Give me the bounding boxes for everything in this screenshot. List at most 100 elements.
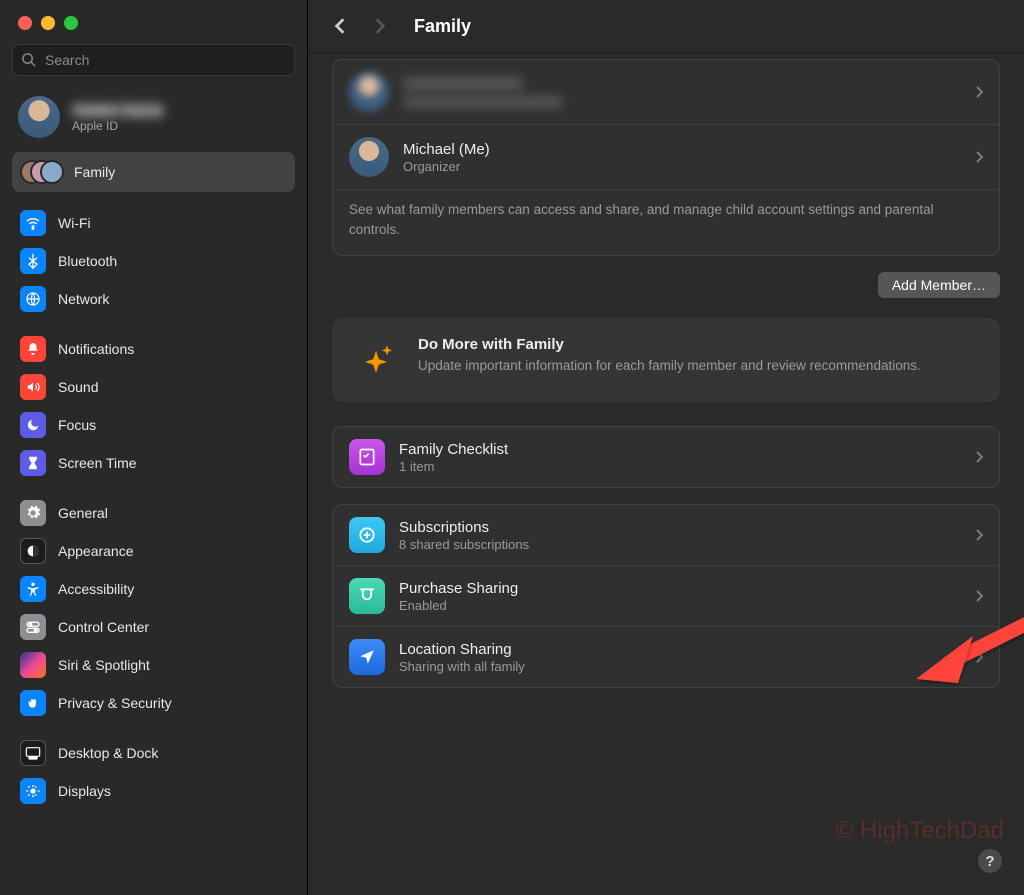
- members-description: See what family members can access and s…: [333, 189, 999, 255]
- sidebar-section-system: General Appearance Accessibility Control…: [12, 494, 295, 722]
- sidebar-section-display: Desktop & Dock Displays: [12, 734, 295, 810]
- close-button[interactable]: [18, 16, 32, 30]
- sidebar-section-network: Wi-Fi Bluetooth Network: [12, 204, 295, 318]
- sidebar-network[interactable]: Network: [12, 280, 295, 318]
- sidebar-family-label: Family: [74, 164, 115, 180]
- accessibility-icon: [20, 576, 46, 602]
- promo-sub: Update important information for each fa…: [418, 357, 921, 376]
- checklist-title: Family Checklist: [399, 441, 508, 458]
- subscriptions-title: Subscriptions: [399, 519, 529, 536]
- purchase-title: Purchase Sharing: [399, 580, 518, 597]
- content: Hidden Hidden Michael (Me) Organizer See…: [308, 53, 1024, 895]
- hand-icon: [20, 690, 46, 716]
- sidebar-notifications-label: Notifications: [58, 341, 134, 357]
- watermark: © HighTechDad: [836, 817, 1004, 845]
- search-field-wrap: [12, 44, 295, 76]
- sidebar-bluetooth-label: Bluetooth: [58, 253, 117, 269]
- checklist-sub: 1 item: [399, 459, 508, 474]
- sharing-card: Subscriptions8 shared subscriptions Purc…: [332, 504, 1000, 688]
- location-icon: [349, 639, 385, 675]
- member-row-me[interactable]: Michael (Me) Organizer: [333, 124, 999, 189]
- sidebar-sound[interactable]: Sound: [12, 368, 295, 406]
- maximize-button[interactable]: [64, 16, 78, 30]
- chevron-right-icon: [975, 450, 983, 464]
- speaker-icon: [20, 374, 46, 400]
- sidebar-general-label: General: [58, 505, 108, 521]
- user-avatar: [18, 96, 60, 138]
- purchase-sub: Enabled: [399, 598, 518, 613]
- forward-button[interactable]: [368, 14, 392, 38]
- sparkle-icon: [352, 336, 400, 384]
- member-text-me: Michael (Me) Organizer: [403, 141, 490, 174]
- promo-text: Do More with Family Update important inf…: [418, 336, 921, 384]
- apple-id-row[interactable]: Hidden Name Apple ID: [12, 88, 295, 146]
- profile-name: Hidden Name: [72, 102, 164, 119]
- sidebar-general[interactable]: General: [12, 494, 295, 532]
- sidebar-accessibility[interactable]: Accessibility: [12, 570, 295, 608]
- subscriptions-row[interactable]: Subscriptions8 shared subscriptions: [333, 505, 999, 565]
- sidebar-network-label: Network: [58, 291, 109, 307]
- sidebar: Hidden Name Apple ID Family Wi-Fi Blueto…: [0, 0, 308, 895]
- system-settings-window: Hidden Name Apple ID Family Wi-Fi Blueto…: [0, 0, 1024, 895]
- sidebar-sound-label: Sound: [58, 379, 98, 395]
- search-icon: [21, 52, 36, 67]
- sidebar-wifi-label: Wi-Fi: [58, 215, 91, 231]
- sidebar-siri-label: Siri & Spotlight: [58, 657, 150, 673]
- sidebar-privacy-label: Privacy & Security: [58, 695, 172, 711]
- sidebar-privacy[interactable]: Privacy & Security: [12, 684, 295, 722]
- sidebar-focus[interactable]: Focus: [12, 406, 295, 444]
- sidebar-section-alerts: Notifications Sound Focus Screen Time: [12, 330, 295, 482]
- back-button[interactable]: [328, 14, 352, 38]
- chevron-right-icon: [975, 650, 983, 664]
- sidebar-siri[interactable]: Siri & Spotlight: [12, 646, 295, 684]
- purchase-icon: [349, 578, 385, 614]
- location-row[interactable]: Location SharingSharing with all family: [333, 626, 999, 687]
- member-name-me: Michael (Me): [403, 141, 490, 158]
- member-name: Hidden: [403, 77, 523, 91]
- location-sub: Sharing with all family: [399, 659, 525, 674]
- checklist-card: Family Checklist1 item: [332, 426, 1000, 488]
- sidebar-accessibility-label: Accessibility: [58, 581, 134, 597]
- member-sub: Hidden: [403, 96, 563, 108]
- main-panel: Family Hidden Hidden Michael (Me) Organi…: [308, 0, 1024, 895]
- sidebar-wifi[interactable]: Wi-Fi: [12, 204, 295, 242]
- chevron-right-icon: [975, 85, 983, 99]
- wifi-icon: [20, 210, 46, 236]
- member-sub-me: Organizer: [403, 159, 490, 174]
- checklist-row[interactable]: Family Checklist1 item: [333, 427, 999, 487]
- minimize-button[interactable]: [41, 16, 55, 30]
- add-member-row: Add Member…: [332, 272, 1000, 298]
- titlebar: [12, 0, 295, 44]
- purchase-row[interactable]: Purchase SharingEnabled: [333, 565, 999, 626]
- sidebar-displays-label: Displays: [58, 783, 111, 799]
- sidebar-controlcenter-label: Control Center: [58, 619, 149, 635]
- sidebar-appearance[interactable]: Appearance: [12, 532, 295, 570]
- sidebar-desktop[interactable]: Desktop & Dock: [12, 734, 295, 772]
- add-member-button[interactable]: Add Member…: [878, 272, 1000, 298]
- control-center-icon: [20, 614, 46, 640]
- help-button[interactable]: ?: [978, 849, 1002, 873]
- page-title: Family: [414, 16, 471, 37]
- sidebar-controlcenter[interactable]: Control Center: [12, 608, 295, 646]
- siri-icon: [20, 652, 46, 678]
- hourglass-icon: [20, 450, 46, 476]
- sidebar-bluetooth[interactable]: Bluetooth: [12, 242, 295, 280]
- sidebar-notifications[interactable]: Notifications: [12, 330, 295, 368]
- sidebar-appearance-label: Appearance: [58, 543, 134, 559]
- sidebar-desktop-label: Desktop & Dock: [58, 745, 158, 761]
- chevron-right-icon: [975, 528, 983, 542]
- sidebar-displays[interactable]: Displays: [12, 772, 295, 810]
- sidebar-family[interactable]: Family: [12, 152, 295, 192]
- gear-icon: [20, 500, 46, 526]
- member-row[interactable]: Hidden Hidden: [333, 60, 999, 124]
- subscriptions-sub: 8 shared subscriptions: [399, 537, 529, 552]
- search-input[interactable]: [12, 44, 295, 76]
- desktop-icon: [20, 740, 46, 766]
- toolbar: Family: [308, 0, 1024, 53]
- bell-icon: [20, 336, 46, 362]
- displays-icon: [20, 778, 46, 804]
- sidebar-screentime[interactable]: Screen Time: [12, 444, 295, 482]
- checklist-icon: [349, 439, 385, 475]
- appearance-icon: [20, 538, 46, 564]
- promo-card[interactable]: Do More with Family Update important inf…: [332, 318, 1000, 402]
